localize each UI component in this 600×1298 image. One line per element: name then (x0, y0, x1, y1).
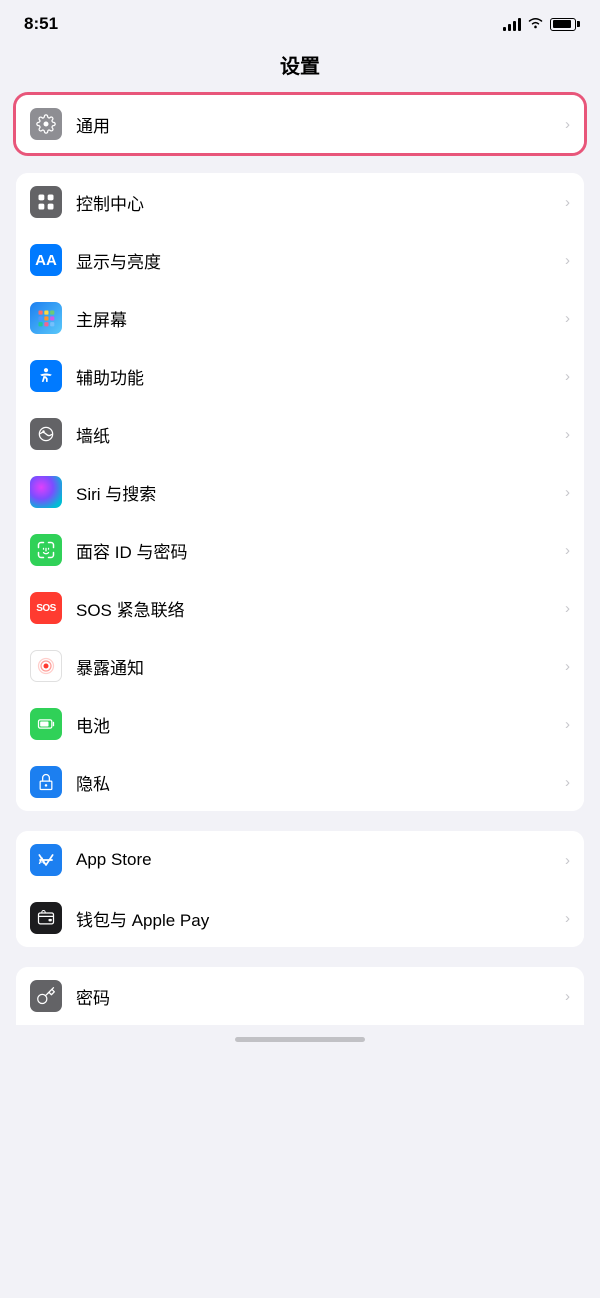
exposure-label: 暴露通知 (76, 654, 559, 679)
settings-item-sos[interactable]: SOS SOS 紧急联络 › (16, 579, 584, 637)
status-bar: 8:51 (0, 0, 600, 42)
accessibility-label: 辅助功能 (76, 364, 559, 389)
home-bar (0, 1025, 600, 1050)
faceid-chevron: › (565, 542, 570, 559)
settings-item-home-screen[interactable]: 主屏幕 › (16, 289, 584, 347)
battery-label: 电池 (76, 712, 559, 737)
faceid-label: 面容 ID 与密码 (76, 538, 559, 563)
wallet-icon (30, 902, 62, 934)
settings-group-passwords: 密码 › (16, 967, 584, 1025)
settings-group-main: 控制中心 › AA 显示与亮度 › 主屏幕 › (16, 173, 584, 811)
appstore-label: App Store (76, 850, 559, 870)
wallpaper-label: 墙纸 (76, 422, 559, 447)
wallet-label: 钱包与 Apple Pay (76, 906, 559, 931)
signal-icon (503, 17, 521, 31)
exposure-icon (30, 650, 62, 682)
home-indicator (235, 1037, 365, 1042)
wallpaper-chevron: › (565, 426, 570, 443)
privacy-icon (30, 766, 62, 798)
accessibility-chevron: › (565, 368, 570, 385)
control-center-chevron: › (565, 194, 570, 211)
sos-icon: SOS (30, 592, 62, 624)
appstore-chevron: › (565, 852, 570, 869)
privacy-chevron: › (565, 774, 570, 791)
settings-group-highlighted: 通用 › (16, 95, 584, 153)
home-screen-label: 主屏幕 (76, 306, 559, 331)
settings-item-siri[interactable]: Siri 与搜索 › (16, 463, 584, 521)
display-label: 显示与亮度 (76, 248, 559, 273)
settings-item-display[interactable]: AA 显示与亮度 › (16, 231, 584, 289)
control-center-icon (30, 186, 62, 218)
settings-item-faceid[interactable]: 面容 ID 与密码 › (16, 521, 584, 579)
siri-chevron: › (565, 484, 570, 501)
battery-chevron: › (565, 716, 570, 733)
control-center-label: 控制中心 (76, 190, 559, 215)
display-chevron: › (565, 252, 570, 269)
settings-item-exposure[interactable]: 暴露通知 › (16, 637, 584, 695)
settings-item-appstore[interactable]: A App Store › (16, 831, 584, 889)
sos-chevron: › (565, 600, 570, 617)
page-title: 设置 (0, 42, 600, 95)
accessibility-icon (30, 360, 62, 392)
siri-label: Siri 与搜索 (76, 480, 559, 505)
general-label: 通用 (76, 112, 559, 137)
wallpaper-icon (30, 418, 62, 450)
status-time: 8:51 (24, 14, 58, 34)
settings-item-passwords[interactable]: 密码 › (16, 967, 584, 1025)
display-icon: AA (30, 244, 62, 276)
passwords-icon (30, 980, 62, 1012)
wallet-chevron: › (565, 910, 570, 927)
battery-icon (30, 708, 62, 740)
settings-item-battery[interactable]: 电池 › (16, 695, 584, 753)
exposure-chevron: › (565, 658, 570, 675)
passwords-chevron: › (565, 988, 570, 1005)
settings-item-general[interactable]: 通用 › (16, 95, 584, 153)
home-screen-chevron: › (565, 310, 570, 327)
passwords-label: 密码 (76, 984, 559, 1009)
status-icons (503, 16, 576, 32)
home-screen-icon (30, 302, 62, 334)
settings-item-wallpaper[interactable]: 墙纸 › (16, 405, 584, 463)
general-chevron: › (565, 116, 570, 133)
privacy-label: 隐私 (76, 770, 559, 795)
appstore-icon: A (30, 844, 62, 876)
settings-item-accessibility[interactable]: 辅助功能 › (16, 347, 584, 405)
battery-status-icon (550, 18, 576, 31)
general-icon (30, 108, 62, 140)
sos-label: SOS 紧急联络 (76, 596, 559, 621)
settings-item-privacy[interactable]: 隐私 › (16, 753, 584, 811)
settings-group-appstore: A App Store › 钱包与 Apple Pay › (16, 831, 584, 947)
faceid-icon (30, 534, 62, 566)
siri-icon (30, 476, 62, 508)
wifi-icon (527, 16, 544, 32)
settings-item-wallet[interactable]: 钱包与 Apple Pay › (16, 889, 584, 947)
settings-item-control-center[interactable]: 控制中心 › (16, 173, 584, 231)
